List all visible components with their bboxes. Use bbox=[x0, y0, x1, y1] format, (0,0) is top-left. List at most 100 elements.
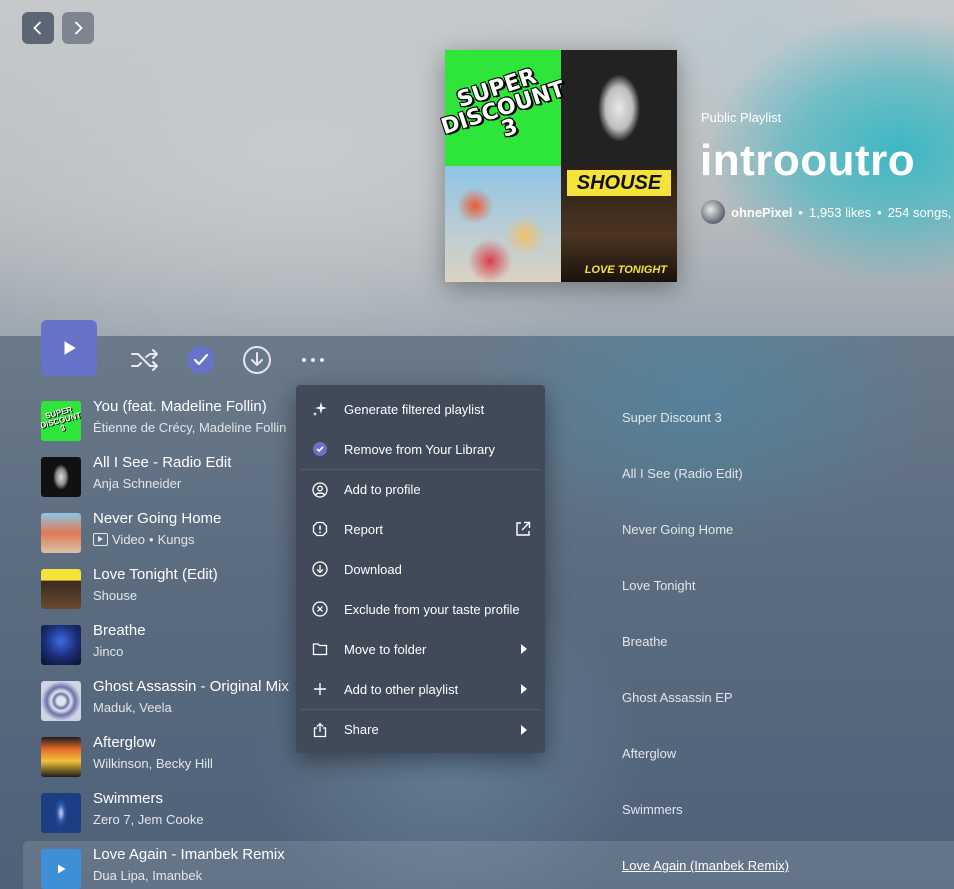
track-title[interactable]: Breathe bbox=[93, 622, 146, 639]
track-album[interactable]: Breathe bbox=[622, 634, 668, 649]
track-artist[interactable]: Dua Lipa, Imanbek bbox=[93, 868, 202, 883]
menu-item-remove-from-library[interactable]: Remove from Your Library bbox=[300, 429, 541, 469]
shuffle-button[interactable] bbox=[129, 344, 161, 376]
track-title[interactable]: Never Going Home bbox=[93, 510, 221, 527]
track-title[interactable]: Swimmers bbox=[93, 790, 163, 807]
playlist-meta: ohnePixel • 1,953 likes • 254 songs, bbox=[701, 200, 951, 224]
track-play-thumbnail[interactable] bbox=[41, 849, 81, 889]
track-album[interactable]: All I See (Radio Edit) bbox=[622, 466, 743, 481]
track-thumbnail-text: SUPER DISCOUNT 3 bbox=[41, 404, 81, 434]
chevron-left-icon bbox=[33, 21, 42, 35]
plus-icon bbox=[312, 681, 328, 697]
cover-tile-3 bbox=[445, 166, 561, 282]
cover-tile-4: SHOUSE LOVE TONIGHT bbox=[561, 166, 677, 282]
share-icon bbox=[312, 722, 328, 738]
meta-separator: • bbox=[798, 204, 803, 220]
playlist-context-menu: Generate filtered playlist Remove from Y… bbox=[296, 385, 545, 753]
track-artist[interactable]: Wilkinson, Becky Hill bbox=[93, 756, 213, 771]
more-icon bbox=[302, 358, 324, 362]
meta-separator: • bbox=[149, 532, 154, 547]
menu-item-label: Share bbox=[344, 722, 379, 737]
songs-count: 254 songs, bbox=[887, 204, 952, 220]
owner-link[interactable]: ohnePixel bbox=[731, 205, 792, 220]
track-artist: Video • Kungs bbox=[93, 532, 194, 547]
track-artist[interactable]: Maduk, Veela bbox=[93, 700, 172, 715]
download-button[interactable] bbox=[241, 344, 273, 376]
track-artist-link[interactable]: Kungs bbox=[158, 532, 195, 547]
track-row-hovered[interactable]: Love Again - Imanbek Remix Dua Lipa, Ima… bbox=[23, 841, 954, 889]
forward-button[interactable] bbox=[62, 12, 94, 44]
track-artist[interactable]: Zero 7, Jem Cooke bbox=[93, 812, 204, 827]
menu-item-label: Generate filtered playlist bbox=[344, 401, 485, 417]
chevron-right-icon bbox=[74, 21, 83, 35]
menu-item-label: Download bbox=[344, 561, 402, 577]
track-thumbnail bbox=[41, 513, 81, 553]
cover-tile-4-title: SHOUSE bbox=[567, 170, 671, 196]
check-circle-icon bbox=[312, 441, 328, 457]
track-thumbnail bbox=[41, 681, 81, 721]
video-icon bbox=[93, 533, 108, 546]
playlist-type: Public Playlist bbox=[701, 110, 782, 125]
track-artist[interactable]: Jinco bbox=[93, 644, 123, 659]
menu-item-add-to-other-playlist[interactable]: Add to other playlist bbox=[300, 669, 541, 709]
track-album[interactable]: Afterglow bbox=[622, 746, 676, 761]
track-album[interactable]: Love Again (Imanbek Remix) bbox=[622, 858, 789, 873]
meta-separator: • bbox=[877, 204, 882, 220]
track-title[interactable]: Love Again - Imanbek Remix bbox=[93, 846, 285, 863]
track-thumbnail: SUPER DISCOUNT 3 bbox=[41, 401, 81, 441]
play-button[interactable] bbox=[41, 320, 97, 376]
menu-item-label: Remove from Your Library bbox=[344, 441, 496, 457]
cover-tile-4-subtitle: LOVE TONIGHT bbox=[584, 264, 667, 276]
back-button[interactable] bbox=[22, 12, 54, 44]
track-artist[interactable]: Anja Schneider bbox=[93, 476, 181, 491]
track-row[interactable]: Swimmers Zero 7, Jem Cooke Swimmers bbox=[23, 785, 954, 841]
menu-item-label: Report bbox=[344, 521, 384, 537]
menu-item-exclude-taste-profile[interactable]: Exclude from your taste profile bbox=[300, 589, 541, 629]
track-thumbnail bbox=[41, 625, 81, 665]
track-title[interactable]: You (feat. Madeline Follin) bbox=[93, 398, 267, 415]
track-album[interactable]: Ghost Assassin EP bbox=[622, 690, 733, 705]
track-title[interactable]: Ghost Assassin - Original Mix bbox=[93, 678, 289, 695]
playlist-cover: SUPER DISCOUNT 3 SHOUSE LOVE TONIGHT bbox=[438, 50, 677, 282]
track-artist[interactable]: Étienne de Crécy, Madeline Follin bbox=[93, 420, 286, 435]
track-title[interactable]: All I See - Radio Edit bbox=[93, 454, 231, 471]
menu-item-move-to-folder[interactable]: Move to folder bbox=[300, 629, 541, 669]
exclude-icon bbox=[312, 601, 328, 617]
report-icon bbox=[312, 521, 328, 537]
menu-item-share[interactable]: Share bbox=[300, 709, 541, 749]
download-icon bbox=[312, 561, 328, 577]
menu-item-label: Exclude from your taste profile bbox=[344, 601, 520, 617]
saved-button[interactable] bbox=[185, 344, 217, 376]
track-thumbnail bbox=[41, 793, 81, 833]
menu-item-add-to-profile[interactable]: Add to profile bbox=[300, 469, 541, 509]
avatar[interactable] bbox=[701, 200, 725, 224]
external-link-icon bbox=[515, 521, 531, 537]
menu-item-generate-filtered-playlist[interactable]: Generate filtered playlist bbox=[300, 389, 541, 429]
likes-count: 1,953 likes bbox=[808, 204, 872, 220]
sparkle-icon bbox=[312, 401, 328, 417]
track-title[interactable]: Afterglow bbox=[93, 734, 156, 751]
track-thumbnail bbox=[41, 457, 81, 497]
track-artist[interactable]: Shouse bbox=[93, 588, 137, 603]
track-album[interactable]: Love Tonight bbox=[622, 578, 696, 593]
menu-item-label: Add to profile bbox=[344, 482, 421, 497]
playlist-title[interactable]: introoutro bbox=[700, 136, 915, 186]
caret-right-icon bbox=[521, 684, 527, 694]
track-album[interactable]: Swimmers bbox=[622, 802, 683, 817]
menu-item-label: Move to folder bbox=[344, 641, 427, 657]
user-circle-icon bbox=[312, 482, 328, 498]
caret-right-icon bbox=[521, 725, 527, 735]
play-icon bbox=[58, 864, 66, 874]
folder-icon bbox=[312, 641, 328, 657]
more-options-button[interactable] bbox=[297, 344, 329, 376]
track-album[interactable]: Super Discount 3 bbox=[622, 410, 722, 425]
download-icon bbox=[243, 346, 271, 374]
track-album[interactable]: Never Going Home bbox=[622, 522, 733, 537]
menu-item-download[interactable]: Download bbox=[300, 549, 541, 589]
menu-item-label: Add to other playlist bbox=[344, 681, 459, 697]
cover-tile-2 bbox=[561, 50, 677, 166]
track-thumbnail bbox=[41, 569, 81, 609]
shuffle-icon bbox=[131, 349, 158, 371]
track-title[interactable]: Love Tonight (Edit) bbox=[93, 566, 218, 583]
menu-item-report[interactable]: Report bbox=[300, 509, 541, 549]
